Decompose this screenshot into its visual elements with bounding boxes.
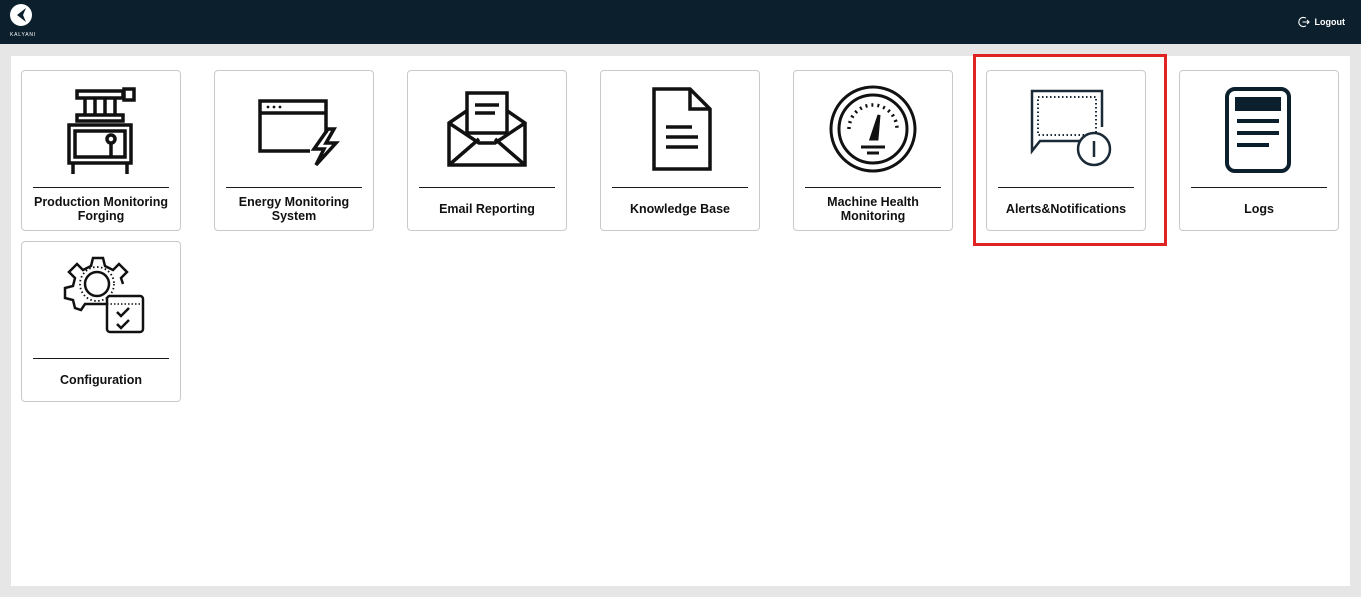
tile-divider bbox=[33, 187, 169, 188]
tile-divider bbox=[612, 187, 748, 188]
tile-logs[interactable]: Logs bbox=[1179, 70, 1339, 231]
tile-energy-monitoring[interactable]: Energy Monitoring System bbox=[214, 70, 374, 231]
tile-configuration[interactable]: Configuration bbox=[21, 241, 181, 402]
tile-divider bbox=[805, 187, 941, 188]
alert-message-icon bbox=[987, 71, 1145, 183]
tile-label: Logs bbox=[1244, 202, 1274, 216]
brand-text: KALYANI bbox=[10, 32, 36, 38]
document-icon bbox=[601, 71, 759, 183]
gear-checklist-icon bbox=[22, 242, 180, 354]
logout-button[interactable]: Logout bbox=[1297, 14, 1346, 30]
tile-alerts-notifications[interactable]: Alerts&Notifications bbox=[986, 70, 1146, 231]
tile-label: Energy Monitoring System bbox=[238, 195, 350, 223]
tile-production-monitoring[interactable]: Production Monitoring Forging bbox=[21, 70, 181, 231]
tile-label: Email Reporting bbox=[439, 202, 535, 216]
logout-icon bbox=[1297, 16, 1310, 28]
tile-label: Alerts&Notifications bbox=[1005, 202, 1127, 216]
tile-email-reporting[interactable]: Email Reporting bbox=[407, 70, 567, 231]
tile-machine-health[interactable]: Machine Health Monitoring bbox=[793, 70, 953, 231]
tile-label: Machine Health Monitoring bbox=[827, 195, 919, 223]
kalyani-logo[interactable]: KALYANI bbox=[4, 3, 38, 41]
tile-label: Knowledge Base bbox=[629, 202, 731, 216]
tile-label: Production Monitoring Forging bbox=[33, 195, 168, 223]
forging-press-icon bbox=[22, 71, 180, 183]
tile-divider bbox=[226, 187, 362, 188]
energy-window-icon bbox=[215, 71, 373, 183]
tile-divider bbox=[1191, 187, 1327, 188]
top-navbar: KALYANI Logout bbox=[0, 0, 1361, 44]
logo-icon bbox=[10, 4, 32, 26]
tile-knowledge-base[interactable]: Knowledge Base bbox=[600, 70, 760, 231]
dashboard-content: Production Monitoring Forging Energy Mon… bbox=[11, 56, 1350, 586]
gauge-icon bbox=[794, 71, 952, 183]
tile-divider bbox=[33, 358, 169, 359]
tile-divider bbox=[419, 187, 555, 188]
tile-label: Configuration bbox=[60, 373, 142, 387]
logout-label: Logout bbox=[1314, 17, 1346, 27]
envelope-icon bbox=[408, 71, 566, 183]
tile-divider bbox=[998, 187, 1134, 188]
logs-icon bbox=[1180, 71, 1338, 183]
